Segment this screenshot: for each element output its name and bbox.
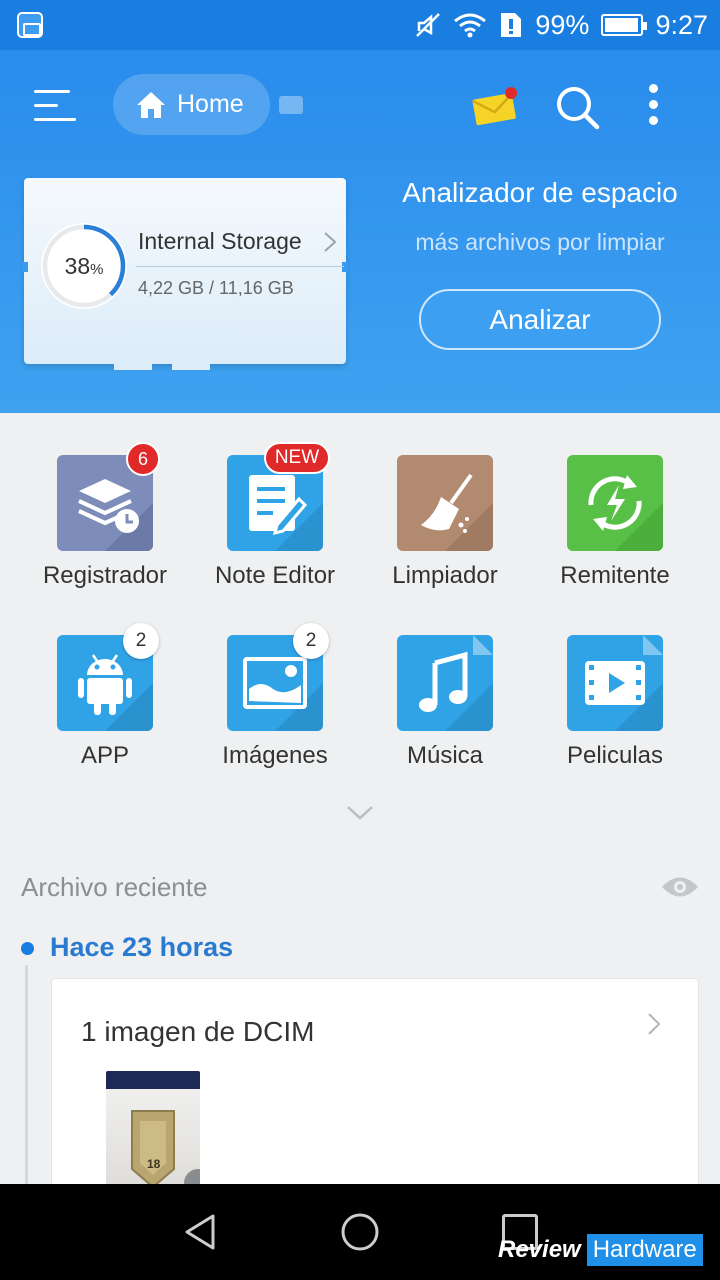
wifi-icon: [454, 13, 487, 38]
category-label: Registrador: [42, 562, 168, 589]
badge-count: 2: [123, 623, 159, 659]
app-header: Home 38% Internal Storage 4,22 GB / 11,1…: [0, 50, 720, 413]
mail-icon[interactable]: [470, 84, 520, 126]
watermark-hardware: Hardware: [586, 1233, 703, 1266]
broom-icon: [397, 455, 493, 551]
status-bar: 99% 9:27: [0, 0, 720, 50]
battery-percent: 99%: [535, 9, 590, 40]
storage-usage: 4,22 GB / 11,16 GB: [138, 278, 294, 298]
recent-files-title: Archivo reciente: [21, 872, 208, 902]
analyze-button[interactable]: Analizar: [419, 289, 661, 350]
category-label: Música: [406, 742, 484, 769]
status-icons: 99% 9:27: [415, 7, 708, 43]
es-notification-icon: [17, 12, 43, 38]
category-label: Imágenes: [222, 742, 328, 769]
battery-icon: [601, 14, 648, 36]
category-remitente[interactable]: Remitente: [530, 440, 700, 600]
sync-bolt-icon: [567, 455, 663, 551]
recent-item-title: 1 imagen de DCIM: [81, 1016, 315, 1047]
category-peliculas[interactable]: Peliculas: [530, 620, 700, 780]
home-icon: [137, 91, 165, 118]
category-label: APP: [80, 742, 130, 769]
home-breadcrumb[interactable]: Home: [113, 74, 270, 135]
category-label: Note Editor: [214, 562, 336, 589]
category-limpiador[interactable]: Limpiador: [360, 440, 530, 600]
category-label: Peliculas: [566, 742, 664, 769]
percent-sign: %: [90, 260, 104, 278]
watermark-review: Review: [498, 1235, 581, 1263]
music-note-icon: [397, 635, 493, 731]
search-icon[interactable]: [553, 84, 601, 130]
home-nav-icon[interactable]: [340, 1212, 380, 1252]
sim-alert-icon: [501, 13, 522, 37]
new-badge: NEW: [264, 442, 330, 474]
windows-icon[interactable]: [279, 96, 303, 114]
image-thumbnail[interactable]: 18: [106, 1071, 200, 1197]
back-icon[interactable]: [181, 1212, 219, 1252]
category-registrador[interactable]: 6 Registrador: [20, 440, 190, 600]
category-musica[interactable]: Música: [360, 620, 530, 780]
analyzer-title: Analizador de espacio: [402, 177, 678, 208]
badge-count: 6: [126, 442, 160, 476]
recent-file-card[interactable]: 1 imagen de DCIM 18: [51, 978, 699, 1198]
eye-icon[interactable]: [660, 874, 700, 900]
storage-percent: 38%: [38, 220, 130, 312]
category-label: Limpiador: [392, 562, 498, 589]
category-app[interactable]: 2 APP: [20, 620, 190, 780]
clock: 9:27: [655, 9, 708, 40]
badge-count: 2: [293, 623, 329, 659]
analyzer-subtitle: más archivos por limpiar: [415, 229, 665, 255]
storage-title: Internal Storage: [138, 228, 302, 254]
timeline-line: [25, 965, 28, 1185]
video-icon: [567, 635, 663, 731]
mute-icon: [416, 13, 441, 37]
category-imagenes[interactable]: 2 Imágenes: [190, 620, 360, 780]
category-note-editor[interactable]: NEW Note Editor: [190, 440, 360, 600]
chevron-right-icon: [648, 1013, 661, 1035]
category-label: Remitente: [560, 562, 670, 589]
recent-group-time: Hace 23 horas: [50, 932, 234, 962]
sd-card-tabs: [114, 360, 210, 370]
divider: [136, 266, 344, 267]
timeline-dot: [21, 942, 34, 955]
watermark: Review Hardware: [498, 1233, 703, 1266]
menu-icon[interactable]: [34, 88, 78, 124]
chevron-right-icon: [324, 232, 337, 252]
thumbnail-number: 18: [147, 1157, 161, 1171]
expand-chevron-icon[interactable]: [346, 804, 374, 822]
breadcrumb-label: Home: [177, 90, 244, 118]
more-options-icon[interactable]: [643, 82, 665, 128]
internal-storage-card[interactable]: 38% Internal Storage 4,22 GB / 11,16 GB: [22, 178, 348, 370]
storage-percent-value: 38: [64, 252, 91, 279]
